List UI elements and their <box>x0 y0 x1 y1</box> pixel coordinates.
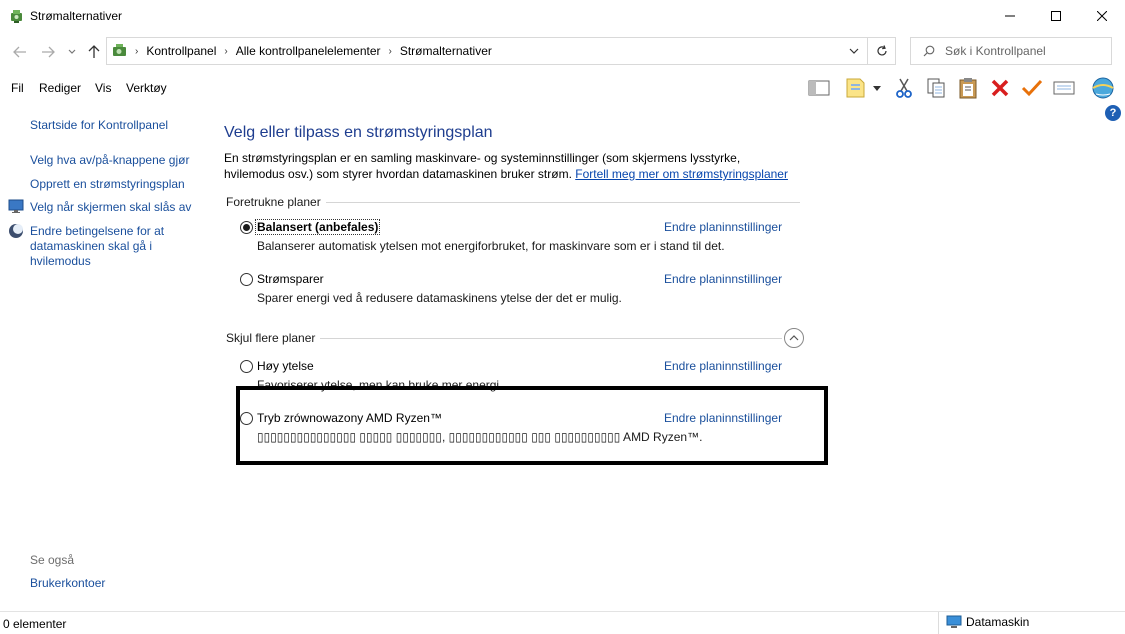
address-box[interactable]: › Kontrollpanel › Alle kontrollpanelelem… <box>106 37 868 65</box>
breadcrumb-separator: › <box>135 45 139 57</box>
collapse-plans-button[interactable] <box>784 328 804 348</box>
chevron-down-icon <box>849 48 859 54</box>
highlight-box <box>236 386 828 465</box>
arrow-right-icon <box>42 46 55 58</box>
forward-button[interactable] <box>38 42 58 62</box>
plan-desc-power-saver: Sparer energi ved å redusere datamaskine… <box>257 291 622 305</box>
arrow-left-icon <box>13 46 26 58</box>
refresh-icon <box>876 45 887 56</box>
folder-view-icon[interactable] <box>844 76 868 100</box>
search-input[interactable]: Søk i Kontrollpanel <box>910 37 1112 65</box>
menu-view[interactable]: Vis <box>95 81 111 95</box>
arrow-up-icon <box>88 45 100 58</box>
plan-radio-power-saver[interactable] <box>240 273 253 286</box>
minimize-button[interactable] <box>987 0 1033 32</box>
sleep-moon-icon <box>9 224 23 238</box>
status-item-count: 0 elementer <box>3 617 67 631</box>
back-button[interactable] <box>10 42 30 62</box>
maximize-icon <box>1051 11 1061 21</box>
maximize-button[interactable] <box>1033 0 1079 32</box>
plan-name-balanced[interactable]: Balansert (anbefales) <box>255 219 381 235</box>
window-title: Strømalternativer <box>30 9 123 23</box>
delete-icon[interactable] <box>988 76 1012 100</box>
page-title: Velg eller tilpass en strømstyringsplan <box>224 124 493 141</box>
menu-tools[interactable]: Verktøy <box>126 81 167 95</box>
divider <box>326 202 800 203</box>
divider <box>320 338 782 339</box>
search-icon <box>923 45 935 57</box>
recent-dropdown[interactable] <box>62 42 82 62</box>
breadcrumb-item[interactable]: Alle kontrollpanelelementer <box>236 44 381 58</box>
sidebar-item-user-accounts[interactable]: Brukerkontoer <box>30 576 105 591</box>
checkmark-icon[interactable] <box>1020 76 1044 100</box>
sidebar-item-create-plan[interactable]: Opprett en strømstyringsplan <box>30 177 185 192</box>
chevron-down-icon <box>873 85 881 91</box>
address-dropdown-button[interactable] <box>841 38 867 64</box>
plan-name-high-performance[interactable]: Høy ytelse <box>257 359 314 373</box>
preferred-plans-heading: Foretrukne planer <box>226 195 321 209</box>
menu-bar: Fil Rediger Vis Verktøy <box>0 74 1125 102</box>
title-bar: Strømalternativer <box>0 0 1125 32</box>
address-bar: › Kontrollpanel › Alle kontrollpanelelem… <box>0 36 1125 66</box>
change-plan-link-high-performance[interactable]: Endre planinnstillinger <box>664 359 782 373</box>
chevron-down-icon <box>68 49 76 54</box>
control-panel-icon <box>113 44 126 56</box>
page-description: En strømstyringsplan er en samling maski… <box>224 150 804 182</box>
help-icon[interactable]: ? <box>1105 105 1121 121</box>
see-also-heading: Se også <box>30 553 75 567</box>
menu-file[interactable]: Fil <box>11 81 24 95</box>
breadcrumb: › Kontrollpanel › Alle kontrollpanelelem… <box>111 38 492 64</box>
plan-desc-balanced: Balanserer automatisk ytelsen mot energi… <box>257 239 725 253</box>
copy-icon[interactable] <box>924 76 948 100</box>
search-placeholder: Søk i Kontrollpanel <box>945 44 1046 58</box>
up-button[interactable] <box>84 42 104 62</box>
close-icon <box>1097 11 1107 21</box>
sidebar-item-home[interactable]: Startside for Kontrollpanel <box>30 118 168 133</box>
breadcrumb-separator: › <box>388 45 392 57</box>
change-plan-link-power-saver[interactable]: Endre planinnstillinger <box>664 272 782 286</box>
plan-radio-high-performance[interactable] <box>240 360 253 373</box>
refresh-button[interactable] <box>868 37 896 65</box>
status-location: Datamaskin <box>946 615 1029 629</box>
view-dropdown[interactable] <box>870 76 884 100</box>
sidebar-item-power-buttons[interactable]: Velg hva av/på-knappene gjør <box>30 153 189 168</box>
close-button[interactable] <box>1079 0 1125 32</box>
computer-icon <box>946 615 962 628</box>
menu-edit[interactable]: Rediger <box>39 81 81 95</box>
divider <box>938 612 939 634</box>
sidebar: Startside for Kontrollpanel Velg hva av/… <box>0 104 200 604</box>
change-plan-link-balanced[interactable]: Endre planinnstillinger <box>664 220 782 234</box>
globe-icon[interactable] <box>1091 76 1115 100</box>
breadcrumb-item[interactable]: Kontrollpanel <box>146 44 216 58</box>
monitor-icon <box>8 199 24 213</box>
breadcrumb-item[interactable]: Strømalternativer <box>400 44 492 58</box>
more-plans-heading: Skjul flere planer <box>226 331 316 345</box>
properties-icon[interactable] <box>1052 76 1076 100</box>
status-bar: 0 elementer Datamaskin <box>0 611 1125 634</box>
status-location-label: Datamaskin <box>966 615 1030 629</box>
power-options-icon <box>11 10 22 23</box>
paste-icon[interactable] <box>956 76 980 100</box>
chevron-up-icon <box>789 335 799 341</box>
plan-radio-balanced[interactable] <box>240 221 253 234</box>
learn-more-link[interactable]: Fortell meg mer om strømstyringsplaner <box>575 167 788 181</box>
sidebar-item-sleep[interactable]: Endre betingelsene for at datamaskinen s… <box>30 224 180 269</box>
sidebar-item-display-off[interactable]: Velg når skjermen skal slås av <box>30 200 191 215</box>
breadcrumb-separator: › <box>224 45 228 57</box>
pane-icon[interactable] <box>807 76 831 100</box>
cut-icon[interactable] <box>892 76 916 100</box>
minimize-icon <box>1005 15 1015 17</box>
plan-name-power-saver[interactable]: Strømsparer <box>257 272 324 286</box>
